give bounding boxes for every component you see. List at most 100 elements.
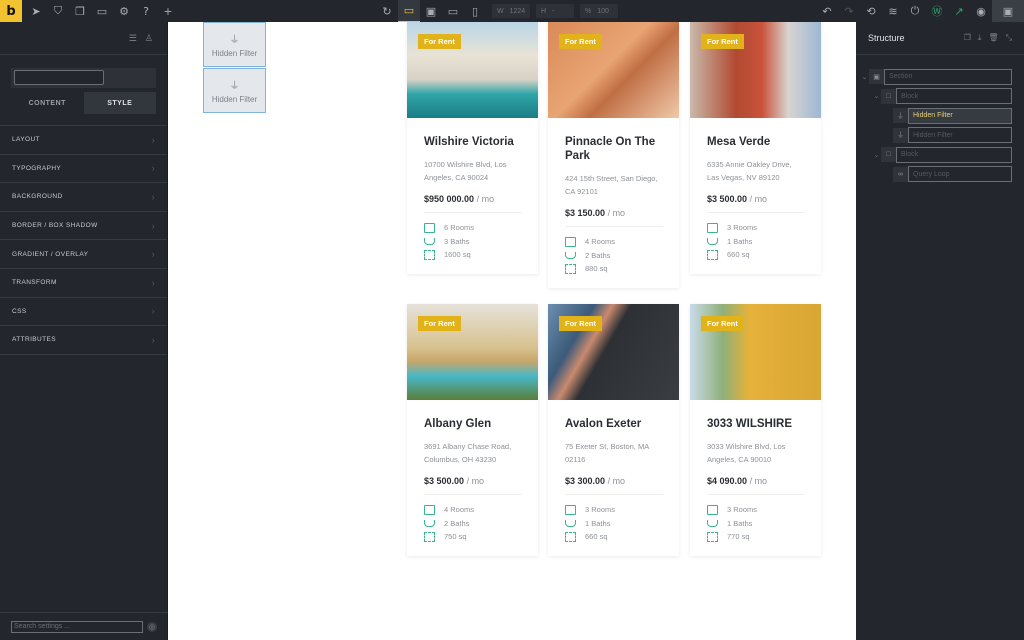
listing-card[interactable]: For Rent Pinnacle On The Park 424 15th S… — [548, 22, 679, 288]
undo-icon[interactable]: ↶ — [816, 0, 838, 22]
price-period: / mo — [607, 208, 626, 218]
listing-title[interactable]: Albany Glen — [424, 417, 522, 431]
tablet-landscape-icon[interactable]: ▣ — [420, 0, 442, 22]
listing-card[interactable]: For Rent Avalon Exeter 75 Exeter St, Bos… — [548, 304, 679, 556]
element-name-input[interactable] — [14, 70, 104, 85]
structure-tree-item[interactable]: ⌄ ▣ Section — [856, 67, 1024, 87]
pointer-icon[interactable]: ➤ — [25, 0, 47, 22]
listing-image[interactable]: For Rent — [548, 22, 679, 118]
tree-item-label[interactable]: Block — [896, 146, 1012, 163]
section-gradient[interactable]: GRADIENT / OVERLAY › — [0, 240, 167, 269]
filter-icon: ⏚ — [893, 127, 908, 143]
listing-title[interactable]: Avalon Exeter — [565, 417, 663, 431]
stack-icon[interactable]: ☰ — [129, 33, 137, 44]
tab-style[interactable]: STYLE — [83, 92, 156, 114]
listing-card[interactable]: For Rent Wilshire Victoria 10700 Wilshir… — [407, 22, 538, 274]
hidden-filter-element[interactable]: ⏚ Hidden Filter — [203, 68, 266, 113]
listing-image[interactable]: For Rent — [690, 304, 821, 400]
height-value: - — [552, 7, 555, 15]
listing-title[interactable]: Wilshire Victoria — [424, 135, 522, 149]
section-border[interactable]: BORDER / BOX SHADOW › — [0, 212, 167, 241]
zoom-field[interactable]: % 100 — [580, 4, 618, 18]
download-icon[interactable]: ⤓ — [978, 33, 982, 43]
panel-header: ☰ ♙ — [0, 22, 167, 55]
builder-logo[interactable]: b — [0, 0, 22, 22]
css3-icon[interactable]: ⛉ — [47, 0, 69, 22]
for-rent-badge: For Rent — [701, 316, 744, 331]
tree-item-label[interactable]: Query Loop — [908, 166, 1012, 183]
redo-icon[interactable]: ↷ — [838, 0, 860, 22]
for-rent-badge: For Rent — [418, 34, 461, 49]
chevron-down-icon[interactable]: ⌄ — [872, 92, 881, 100]
area-icon — [707, 531, 718, 542]
baths-feature: 2 Baths — [424, 517, 522, 531]
listing-image[interactable]: For Rent — [548, 304, 679, 400]
external-link-icon[interactable]: ↗ — [948, 0, 970, 22]
help-icon[interactable]: ? — [135, 0, 157, 22]
tablet-icon[interactable]: ▭ — [442, 0, 464, 22]
section-layout[interactable]: LAYOUT › — [0, 126, 167, 155]
history-icon[interactable]: ⟲ — [860, 0, 882, 22]
section-label: CSS — [12, 307, 27, 315]
listing-image[interactable]: For Rent — [407, 304, 538, 400]
plus-icon[interactable]: + — [157, 0, 179, 22]
settings-search-input[interactable]: Search settings ... — [11, 620, 143, 633]
listing-title[interactable]: Mesa Verde — [707, 135, 805, 149]
chevron-down-icon[interactable]: ⌄ — [860, 73, 869, 81]
hidden-filter-element[interactable]: ⏚ Hidden Filter — [203, 22, 266, 67]
folder-icon[interactable]: ▭ — [91, 0, 113, 22]
structure-tree-item[interactable]: ⏚ Hidden Filter — [856, 126, 1024, 146]
refresh-icon[interactable]: ↻ — [376, 0, 398, 22]
tree-item-label[interactable]: Hidden Filter — [908, 127, 1012, 144]
power-icon[interactable]: ⏻ — [904, 0, 926, 22]
structure-tree-item[interactable]: ∞ Query Loop — [856, 165, 1024, 185]
listing-card[interactable]: For Rent Albany Glen 3691 Albany Chase R… — [407, 304, 538, 556]
pages-icon[interactable]: ❐ — [69, 0, 91, 22]
layers-icon[interactable]: ≋ — [882, 0, 904, 22]
rooms-feature: 4 Rooms — [424, 503, 522, 517]
copy-icon[interactable]: ❐ — [964, 33, 971, 43]
price-value: $3 500.00 — [424, 476, 465, 486]
badge-icon[interactable]: ♙ — [145, 33, 153, 44]
structure-tree-item[interactable]: ⏚ Hidden Filter — [856, 106, 1024, 126]
section-css[interactable]: CSS › — [0, 298, 167, 327]
listing-image[interactable]: For Rent — [407, 22, 538, 118]
structure-panel-icon[interactable]: ▣ — [992, 0, 1024, 22]
width-field[interactable]: W 1224 — [492, 4, 530, 18]
settings-search-button[interactable]: ◎ — [147, 621, 157, 632]
tab-content[interactable]: CONTENT — [11, 92, 84, 114]
bed-icon — [424, 504, 435, 515]
price-value: $3 500.00 — [707, 194, 748, 204]
wordpress-icon[interactable]: Ⓦ — [926, 0, 948, 22]
chevron-down-icon[interactable]: ⌄ — [872, 151, 881, 159]
section-attributes[interactable]: ATTRIBUTES › — [0, 326, 167, 355]
area-text: 750 sq — [444, 532, 467, 542]
price-value: $4 090.00 — [707, 476, 748, 486]
structure-tree-item[interactable]: ⌄ □ Block — [856, 145, 1024, 165]
structure-tree-item[interactable]: ⌄ □ Block — [856, 87, 1024, 107]
area-icon — [565, 531, 576, 542]
baths-feature: 1 Baths — [565, 517, 663, 531]
section-background[interactable]: BACKGROUND › — [0, 183, 167, 212]
height-field[interactable]: H- — [536, 4, 574, 18]
listing-image[interactable]: For Rent — [690, 22, 821, 118]
tree-item-label[interactable]: Block — [896, 88, 1012, 105]
desktop-icon[interactable]: ▭ — [398, 0, 420, 22]
tree-item-label[interactable]: Hidden Filter — [908, 107, 1012, 124]
mobile-icon[interactable]: ▯ — [464, 0, 486, 22]
gear-icon[interactable]: ⚙ — [113, 0, 135, 22]
listing-title[interactable]: Pinnacle On The Park — [565, 135, 663, 163]
eye-icon[interactable]: ◉ — [970, 0, 992, 22]
listing-card[interactable]: For Rent Mesa Verde 6335 Annie Oakley Dr… — [690, 22, 821, 274]
listing-card[interactable]: For Rent 3033 WILSHIRE 3033 Wilshire Blv… — [690, 304, 821, 556]
section-transform[interactable]: TRANSFORM › — [0, 269, 167, 298]
delete-icon[interactable]: 🗑 — [988, 33, 998, 43]
tree-item-label[interactable]: Section — [884, 68, 1012, 85]
section-label: TYPOGRAPHY — [12, 164, 62, 172]
section-label: LAYOUT — [12, 136, 40, 144]
rooms-feature: 3 Rooms — [707, 221, 805, 235]
collapse-icon[interactable]: ⤡ — [1006, 33, 1012, 43]
listing-title[interactable]: 3033 WILSHIRE — [707, 417, 805, 431]
section-typography[interactable]: TYPOGRAPHY › — [0, 155, 167, 184]
hidden-filter-label: Hidden Filter — [211, 49, 258, 58]
